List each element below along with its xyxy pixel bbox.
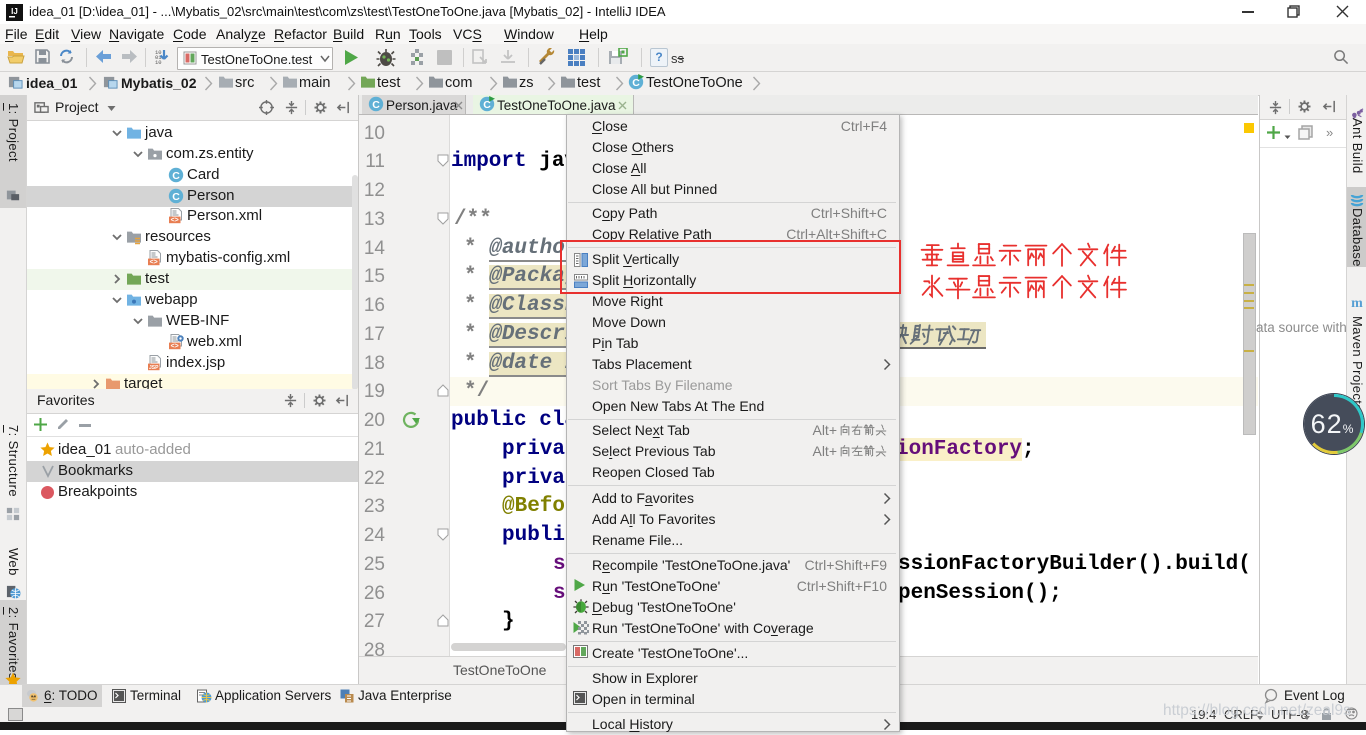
svg-text:C: C — [172, 191, 180, 203]
svg-text:C: C — [172, 170, 180, 182]
svg-text:<>: <> — [171, 343, 179, 350]
svg-text:m: m — [1351, 296, 1363, 309]
svg-text:10: 10 — [155, 59, 162, 66]
svg-text:IJ: IJ — [11, 7, 18, 16]
svg-text:C: C — [372, 99, 380, 111]
svg-text:<>: <> — [171, 217, 179, 224]
svg-text:JSP: JSP — [149, 365, 159, 371]
svg-text:<>: <> — [150, 259, 158, 266]
